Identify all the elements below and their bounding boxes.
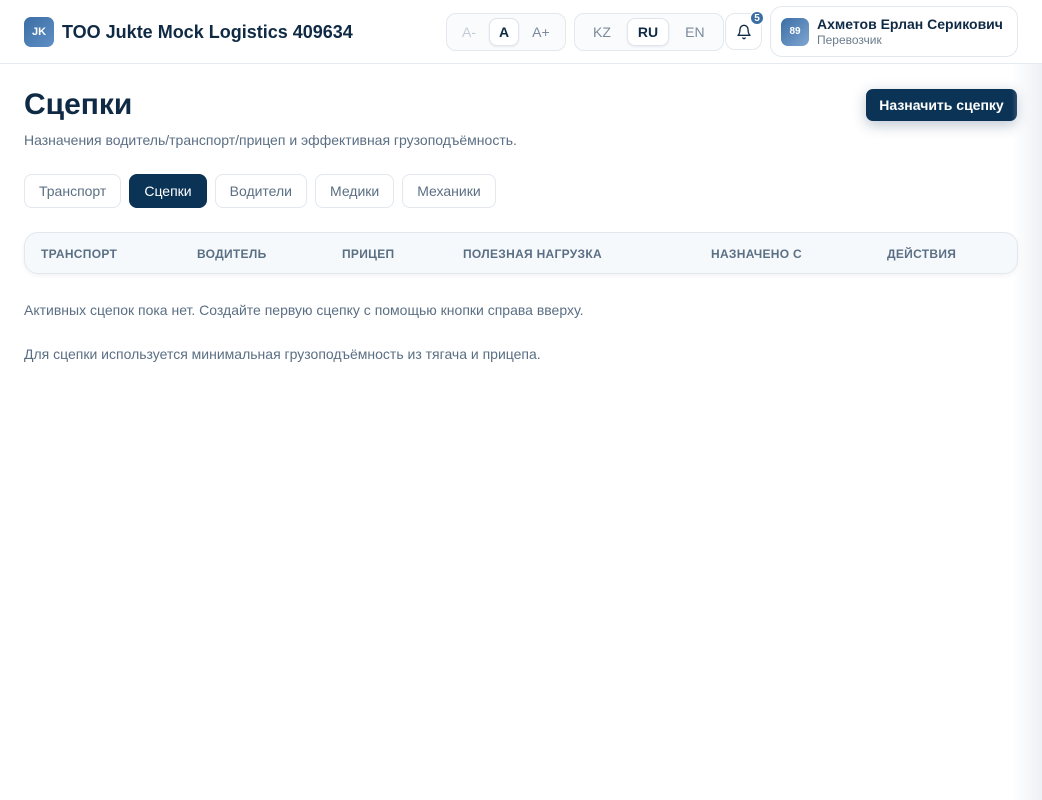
- font-increase-button[interactable]: A+: [523, 18, 559, 46]
- top-bar: JK TOO Jukte Mock Logistics 409634 A- A …: [0, 0, 1042, 64]
- font-decrease-button[interactable]: A-: [453, 18, 485, 46]
- capacity-note: Для сцепки используется минимальная груз…: [24, 346, 541, 362]
- user-role: Перевозчик: [817, 32, 882, 47]
- bell-icon: [736, 24, 751, 39]
- tab-drivers[interactable]: Водители: [214, 174, 307, 208]
- tab-transport[interactable]: Транспорт: [24, 174, 122, 208]
- column-header-trailer[interactable]: ПРИЦЕП: [342, 247, 394, 261]
- column-header-transport[interactable]: ТРАНСПОРТ: [41, 247, 117, 261]
- font-normal-button[interactable]: A: [489, 18, 520, 46]
- column-header-payload[interactable]: ПОЛЕЗНАЯ НАГРУЗКА: [463, 247, 602, 261]
- page-title: Сцепки: [24, 88, 133, 121]
- assign-coupling-button[interactable]: Назначить сцепку: [866, 89, 1017, 121]
- lang-kz-button[interactable]: KZ: [581, 18, 623, 46]
- brand[interactable]: JK TOO Jukte Mock Logistics 409634: [24, 17, 353, 47]
- tab-couplings[interactable]: Сцепки: [129, 174, 207, 208]
- language-switcher: KZ RU EN: [574, 13, 724, 51]
- column-header-assigned-since[interactable]: НАЗНАЧЕНО С: [711, 247, 802, 261]
- tab-medics[interactable]: Медики: [315, 174, 395, 208]
- user-name: Ахметов Ерлан Серикович: [817, 15, 1003, 32]
- avatar: 89: [781, 17, 809, 46]
- notifications-badge: 5: [749, 10, 765, 26]
- lang-en-button[interactable]: EN: [673, 18, 716, 46]
- section-tabs: Транспорт Сцепки Водители Медики Механик…: [24, 174, 504, 208]
- lang-ru-button[interactable]: RU: [626, 18, 670, 46]
- page-subtitle: Назначения водитель/транспорт/прицеп и э…: [24, 132, 517, 148]
- tab-mechanics[interactable]: Механики: [402, 174, 496, 208]
- company-name: TOO Jukte Mock Logistics 409634: [62, 21, 353, 42]
- column-header-driver[interactable]: ВОДИТЕЛЬ: [197, 247, 267, 261]
- column-header-actions: ДЕЙСТВИЯ: [887, 247, 957, 261]
- user-menu[interactable]: 89 Ахметов Ерлан Серикович Перевозчик: [770, 6, 1018, 57]
- company-logo: JK: [24, 17, 54, 47]
- font-size-switcher: A- A A+: [446, 13, 566, 51]
- notifications-button[interactable]: 5: [725, 10, 765, 50]
- empty-state-message: Активных сцепок пока нет. Создайте перву…: [24, 302, 584, 318]
- table-header: ТРАНСПОРТ ВОДИТЕЛЬ ПРИЦЕП ПОЛЕЗНАЯ НАГРУ…: [24, 232, 1018, 274]
- scroll-edge-shadow: [1012, 64, 1042, 800]
